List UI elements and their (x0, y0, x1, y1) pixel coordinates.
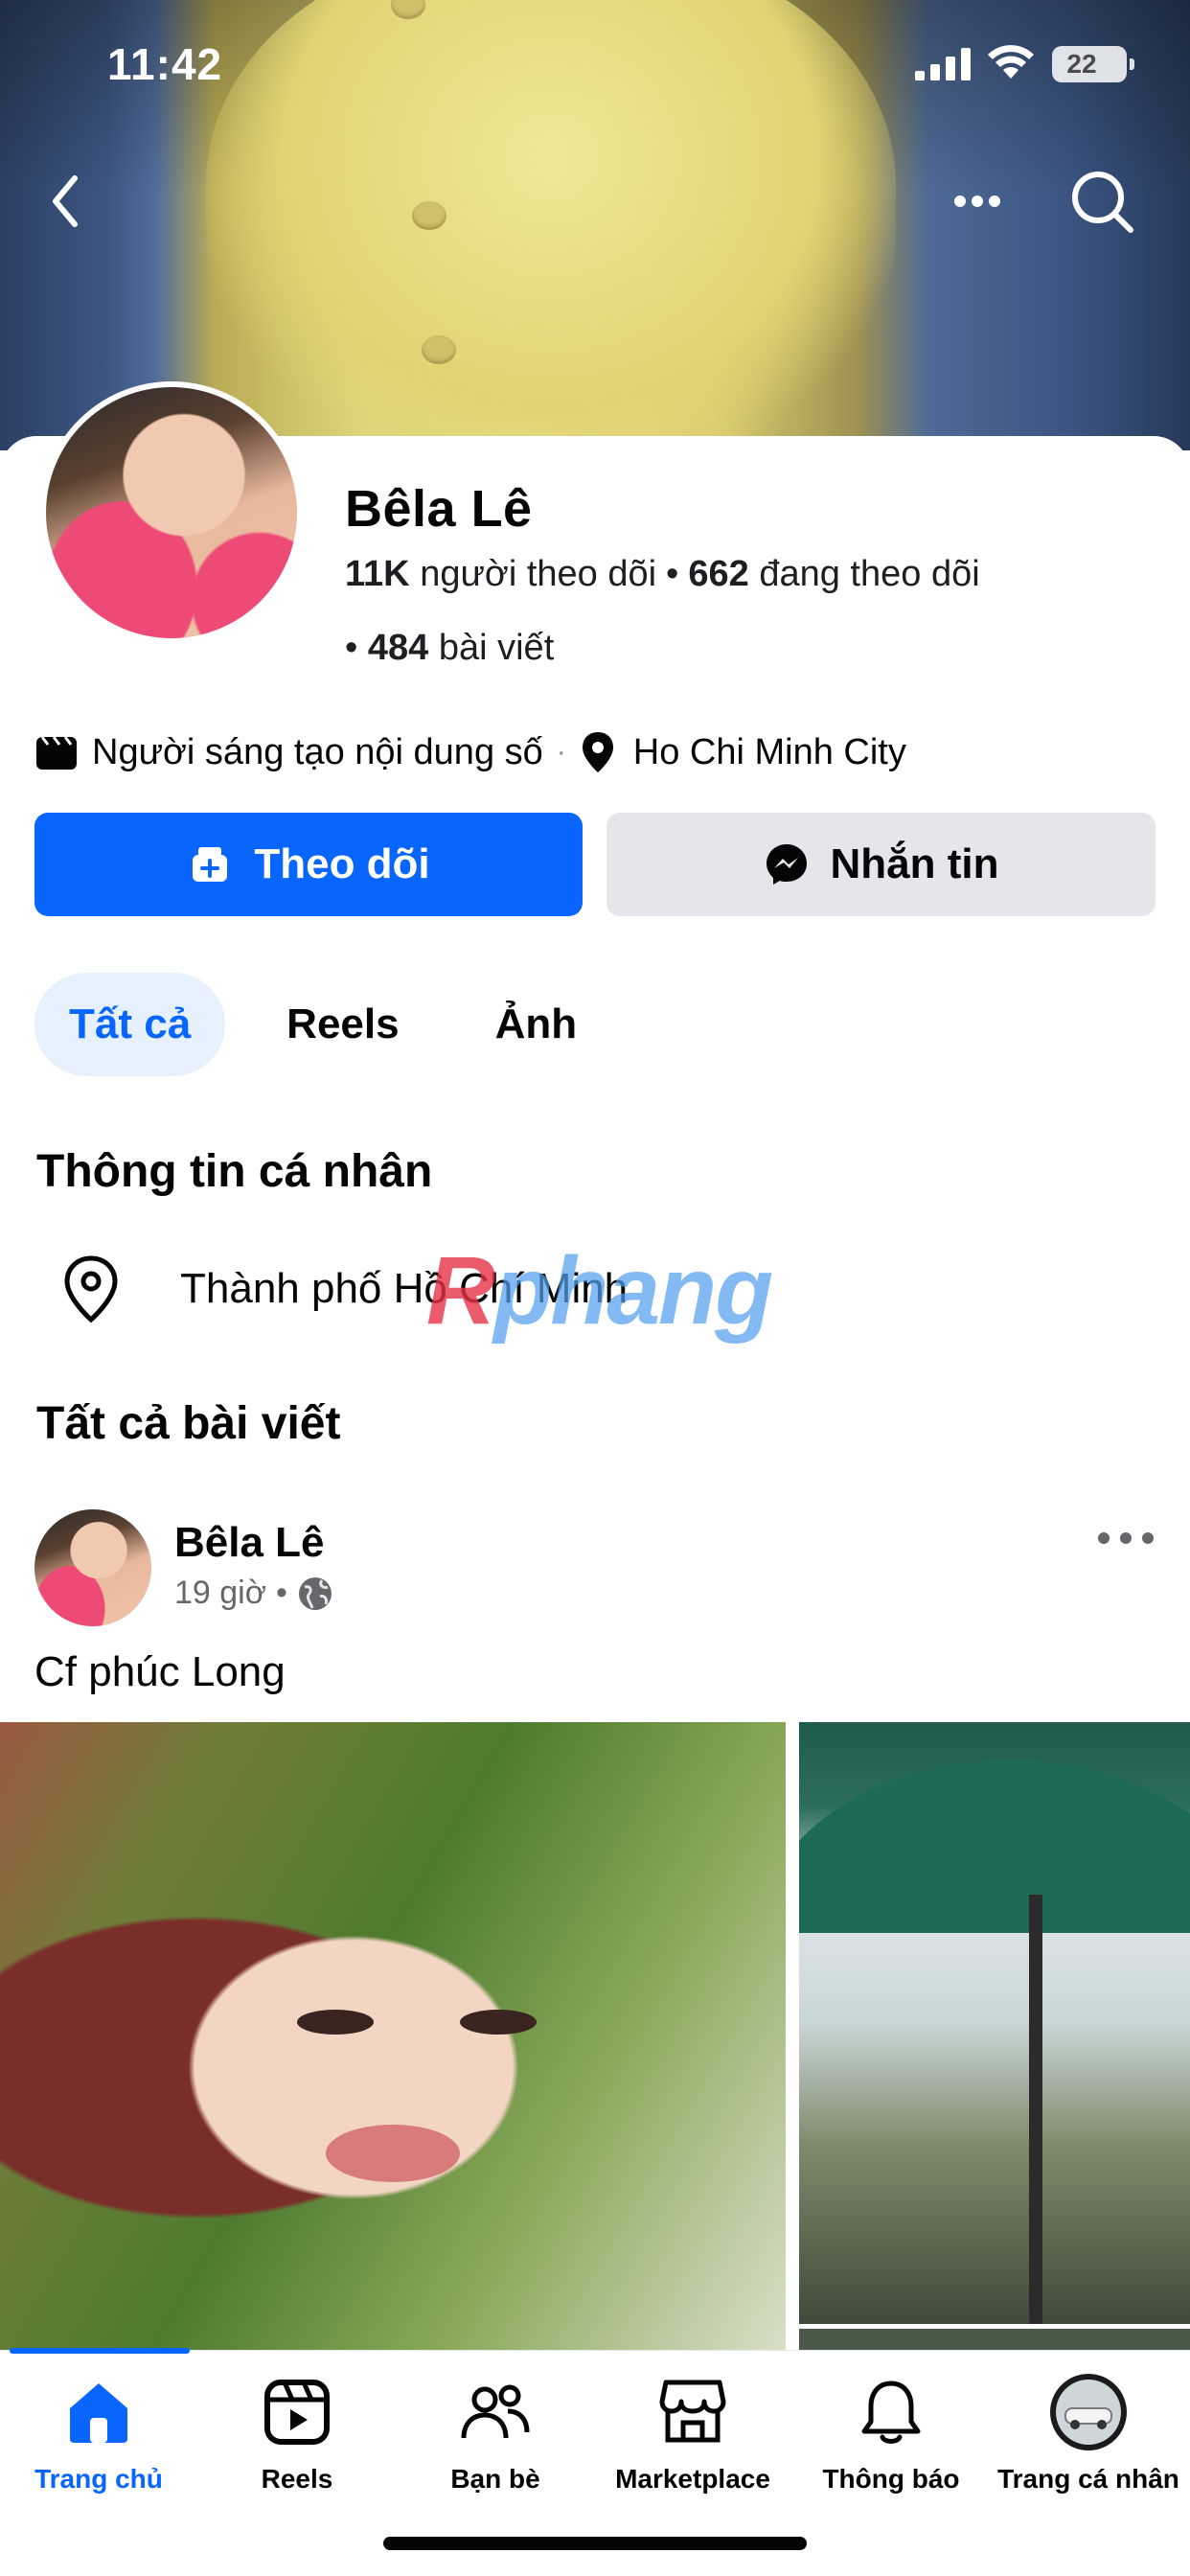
all-posts-title: Tất cả bài viết (36, 1398, 341, 1449)
friends-icon (461, 2384, 530, 2439)
nav-home[interactable]: Trang chủ (3, 2372, 195, 2516)
active-tab-indicator (10, 2348, 190, 2354)
bell-icon (861, 2380, 921, 2444)
post-meta: 19 giờ • (174, 1575, 333, 1612)
nav-home-label: Trang chủ (34, 2464, 163, 2494)
status-bar: 11:42 22 (0, 0, 1190, 125)
post-time[interactable]: 19 giờ (174, 1575, 266, 1612)
post-photo-third[interactable] (799, 2329, 1190, 2350)
post-author-name[interactable]: Bêla Lê (174, 1519, 325, 1567)
posts-count: 484 (367, 628, 429, 668)
followers-count[interactable]: 11K (345, 554, 410, 594)
follow-button[interactable]: Theo dõi (34, 813, 583, 916)
more-options-icon[interactable] (939, 163, 1016, 240)
battery-icon: 22 (1052, 46, 1134, 82)
messenger-icon (766, 844, 807, 885)
post-more-options-icon[interactable] (1092, 1519, 1159, 1557)
signal-icon (915, 48, 971, 80)
marketplace-icon (659, 2380, 726, 2443)
follow-button-label: Theo dõi (254, 840, 430, 887)
back-arrow-icon[interactable] (29, 163, 105, 240)
search-icon[interactable] (1064, 163, 1140, 240)
cover-shirt-button (412, 201, 446, 230)
following-label[interactable]: đang theo dõi (759, 554, 979, 594)
profile-tabs: Tất cả Reels Ảnh (34, 973, 638, 1076)
tab-photos[interactable]: Ảnh (461, 973, 612, 1076)
profile-avatar[interactable] (46, 387, 297, 638)
nav-marketplace-label: Marketplace (615, 2464, 770, 2494)
nav-notifications-label: Thông báo (822, 2464, 960, 2494)
profile-name: Bêla Lê (345, 480, 533, 538)
profile-meta: Người sáng tạo nội dung số · Ho Chi Minh… (34, 728, 906, 776)
location-pin-icon (582, 732, 613, 772)
nav-reels-label: Reels (261, 2464, 333, 2494)
post-text: Cf phúc Long (34, 1648, 286, 1695)
profile-posts-stat: • 484 bài viết (345, 628, 555, 668)
follow-icon (193, 847, 228, 882)
nav-reels[interactable]: Reels (201, 2372, 393, 2516)
nav-profile[interactable]: Trang cá nhân (993, 2372, 1184, 2516)
tab-reels[interactable]: Reels (252, 973, 433, 1076)
profile-avatar-icon (1050, 2374, 1127, 2450)
nav-friends[interactable]: Bạn bè (400, 2372, 591, 2516)
followers-label[interactable]: người theo dõi (420, 554, 656, 594)
status-time: 11:42 (107, 39, 223, 89)
nav-marketplace[interactable]: Marketplace (597, 2372, 789, 2516)
post-photo-cafe[interactable] (799, 1722, 1190, 2324)
wifi-icon (988, 45, 1034, 79)
posts-label: bài viết (438, 628, 555, 668)
nav-notifications[interactable]: Thông báo (795, 2372, 987, 2516)
message-button-label: Nhắn tin (830, 840, 999, 887)
location-pin-outline-icon (64, 1255, 118, 1323)
battery-level: 22 (1066, 49, 1097, 79)
post-photo-selfie[interactable] (0, 1722, 786, 2350)
tab-all[interactable]: Tất cả (34, 973, 226, 1076)
globe-public-icon (298, 1576, 332, 1610)
post-author-avatar[interactable] (34, 1509, 151, 1626)
personal-info-title: Thông tin cá nhân (36, 1146, 433, 1197)
following-count[interactable]: 662 (688, 554, 748, 594)
profile-stats: 11K người theo dõi • 662 đang theo dõi (345, 554, 980, 594)
cover-shirt-button (422, 335, 456, 364)
home-indicator[interactable] (383, 2537, 807, 2550)
home-icon (70, 2383, 127, 2443)
nav-friends-label: Bạn bè (450, 2464, 540, 2494)
profile-location[interactable]: Ho Chi Minh City (633, 732, 906, 773)
watermark-logo: Rphang (426, 1237, 773, 1345)
reels-icon (264, 2380, 330, 2445)
nav-profile-label: Trang cá nhân (997, 2464, 1179, 2494)
profile-category: Người sáng tạo nội dung số (92, 731, 543, 772)
message-button[interactable]: Nhắn tin (606, 813, 1156, 916)
clapperboard-icon (36, 736, 77, 770)
